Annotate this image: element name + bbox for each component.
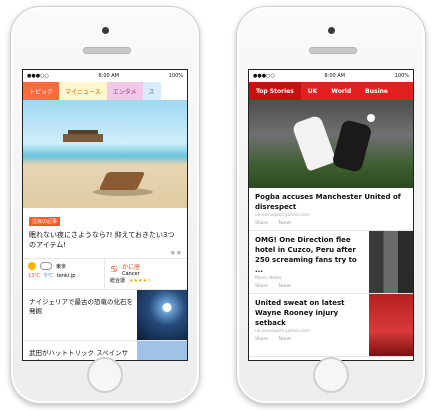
share-bar: Share Tweet (249, 282, 369, 293)
featured-image[interactable] (23, 100, 187, 208)
weather-panel[interactable]: 東京 13℃ 5℃ tenki.jp (23, 259, 105, 289)
tab-my-news[interactable]: マイニュース (59, 82, 107, 100)
home-button[interactable] (313, 357, 349, 393)
tab-business[interactable]: Busine (358, 82, 395, 100)
status-bar: ●●●○○ 8:00 AM 100% (249, 70, 413, 82)
category-tabs: トピック マイニュース エンタメ ス (23, 82, 187, 100)
tab-uk[interactable]: UK (301, 82, 325, 100)
tab-more[interactable]: ス (142, 82, 161, 100)
story-headline: Pogba accuses Manchester United of disre… (255, 193, 401, 211)
article-title: 武田がハットトリック スペインサッカー (29, 349, 129, 360)
sun-icon (28, 262, 36, 270)
left-phone-frame: ●●●○○ 8:00 AM 100% トピック マイニュース エンタメ ス 注目… (10, 6, 200, 404)
water-bungalow (63, 134, 103, 142)
ball-icon (367, 114, 375, 122)
main-story-image[interactable] (249, 100, 413, 188)
signal-indicator: ●●●○○ (253, 73, 275, 79)
share-button[interactable]: Share (255, 284, 268, 289)
left-screen: ●●●○○ 8:00 AM 100% トピック マイニュース エンタメ ス 注目… (22, 69, 188, 361)
list-item[interactable]: ナイジェリアで最古の恐竜の化石を発掘 (23, 290, 187, 341)
tweet-button[interactable]: Tweet (278, 221, 291, 226)
featured-badge: 注目の記事 (29, 217, 61, 226)
temp-high: 13℃ (28, 273, 40, 279)
signal-indicator: ●●●○○ (27, 73, 49, 79)
story-source: uk.eurosport.yahoo.com (255, 329, 310, 334)
right-screen: ●●●○○ 8:00 AM 100% Top Stories UK World … (248, 69, 414, 361)
temp-low: 5℃ (43, 273, 53, 279)
article-thumbnail (137, 341, 187, 360)
tab-world[interactable]: World (324, 82, 358, 100)
share-bar: Share Tweet (249, 335, 369, 346)
main-story[interactable]: Pogba accuses Manchester United of disre… (249, 188, 413, 231)
tweet-button[interactable]: Tweet (278, 337, 291, 342)
weather-source: tenki.jp (56, 273, 76, 279)
speaker-grille (309, 47, 357, 54)
battery-indicator: 100% (168, 73, 183, 79)
story-thumbnail (369, 231, 413, 293)
front-camera (102, 27, 109, 34)
tab-entertainment[interactable]: エンタメ (106, 82, 143, 100)
status-time: 8:00 AM (98, 73, 120, 79)
fortune-stars: ★★★★☆ (129, 277, 152, 284)
article-title: ナイジェリアで最古の恐竜の化石を発掘 (29, 298, 133, 315)
beach-chair (98, 172, 146, 190)
share-button[interactable]: Share (255, 221, 268, 226)
story-thumbnail (369, 294, 413, 356)
story-source: uk.eurosport.yahoo.com (255, 213, 310, 218)
front-camera (328, 27, 335, 34)
fortune-label: 総合運 (110, 278, 126, 284)
crab-icon: ♋ (110, 264, 119, 275)
tweet-button[interactable]: Tweet (278, 284, 291, 289)
story-headline: OMG! One Direction flee hotel in Cuzco, … (255, 236, 357, 274)
status-bar: ●●●○○ 8:00 AM 100% (23, 70, 187, 82)
share-button[interactable]: Share (255, 337, 268, 342)
tab-top-stories[interactable]: Top Stories (249, 82, 301, 100)
list-item[interactable]: OMG! One Direction flee hotel in Cuzco, … (249, 231, 413, 294)
right-phone-frame: ●●●○○ 8:00 AM 100% Top Stories UK World … (236, 6, 426, 404)
story-source: Music News (255, 276, 282, 281)
battery-indicator: 100% (394, 73, 409, 79)
section-tabs: Top Stories UK World Busine (249, 82, 413, 100)
status-time: 8:00 AM (324, 73, 346, 79)
weather-fortune-widget: 東京 13℃ 5℃ tenki.jp ♋ かに座 Cancer 総合運 ★★★★… (23, 258, 187, 290)
page-dots: ● ● (170, 250, 181, 256)
article-thumbnail (137, 290, 187, 340)
featured-article[interactable]: 注目の記事 眠れない夜にさようなら?! 抑えておきたい3つのアイテム! ● ● (23, 208, 187, 258)
player-white (291, 114, 337, 172)
featured-title: 眠れない夜にさようなら?! 抑えておきたい3つのアイテム! (29, 231, 175, 249)
list-item[interactable]: United sweat on latest Wayne Rooney inju… (249, 294, 413, 357)
cloud-icon (40, 262, 52, 270)
tab-topics[interactable]: トピック (23, 82, 60, 100)
share-bar: Share Tweet (249, 219, 413, 231)
sign-name: かに座 (122, 264, 141, 271)
story-headline: United sweat on latest Wayne Rooney inju… (255, 299, 345, 327)
player-dark (331, 118, 373, 174)
home-button[interactable] (87, 357, 123, 393)
weather-city: 東京 (56, 263, 67, 270)
fortune-panel[interactable]: ♋ かに座 Cancer 総合運 ★★★★☆ (105, 259, 187, 289)
speaker-grille (83, 47, 131, 54)
